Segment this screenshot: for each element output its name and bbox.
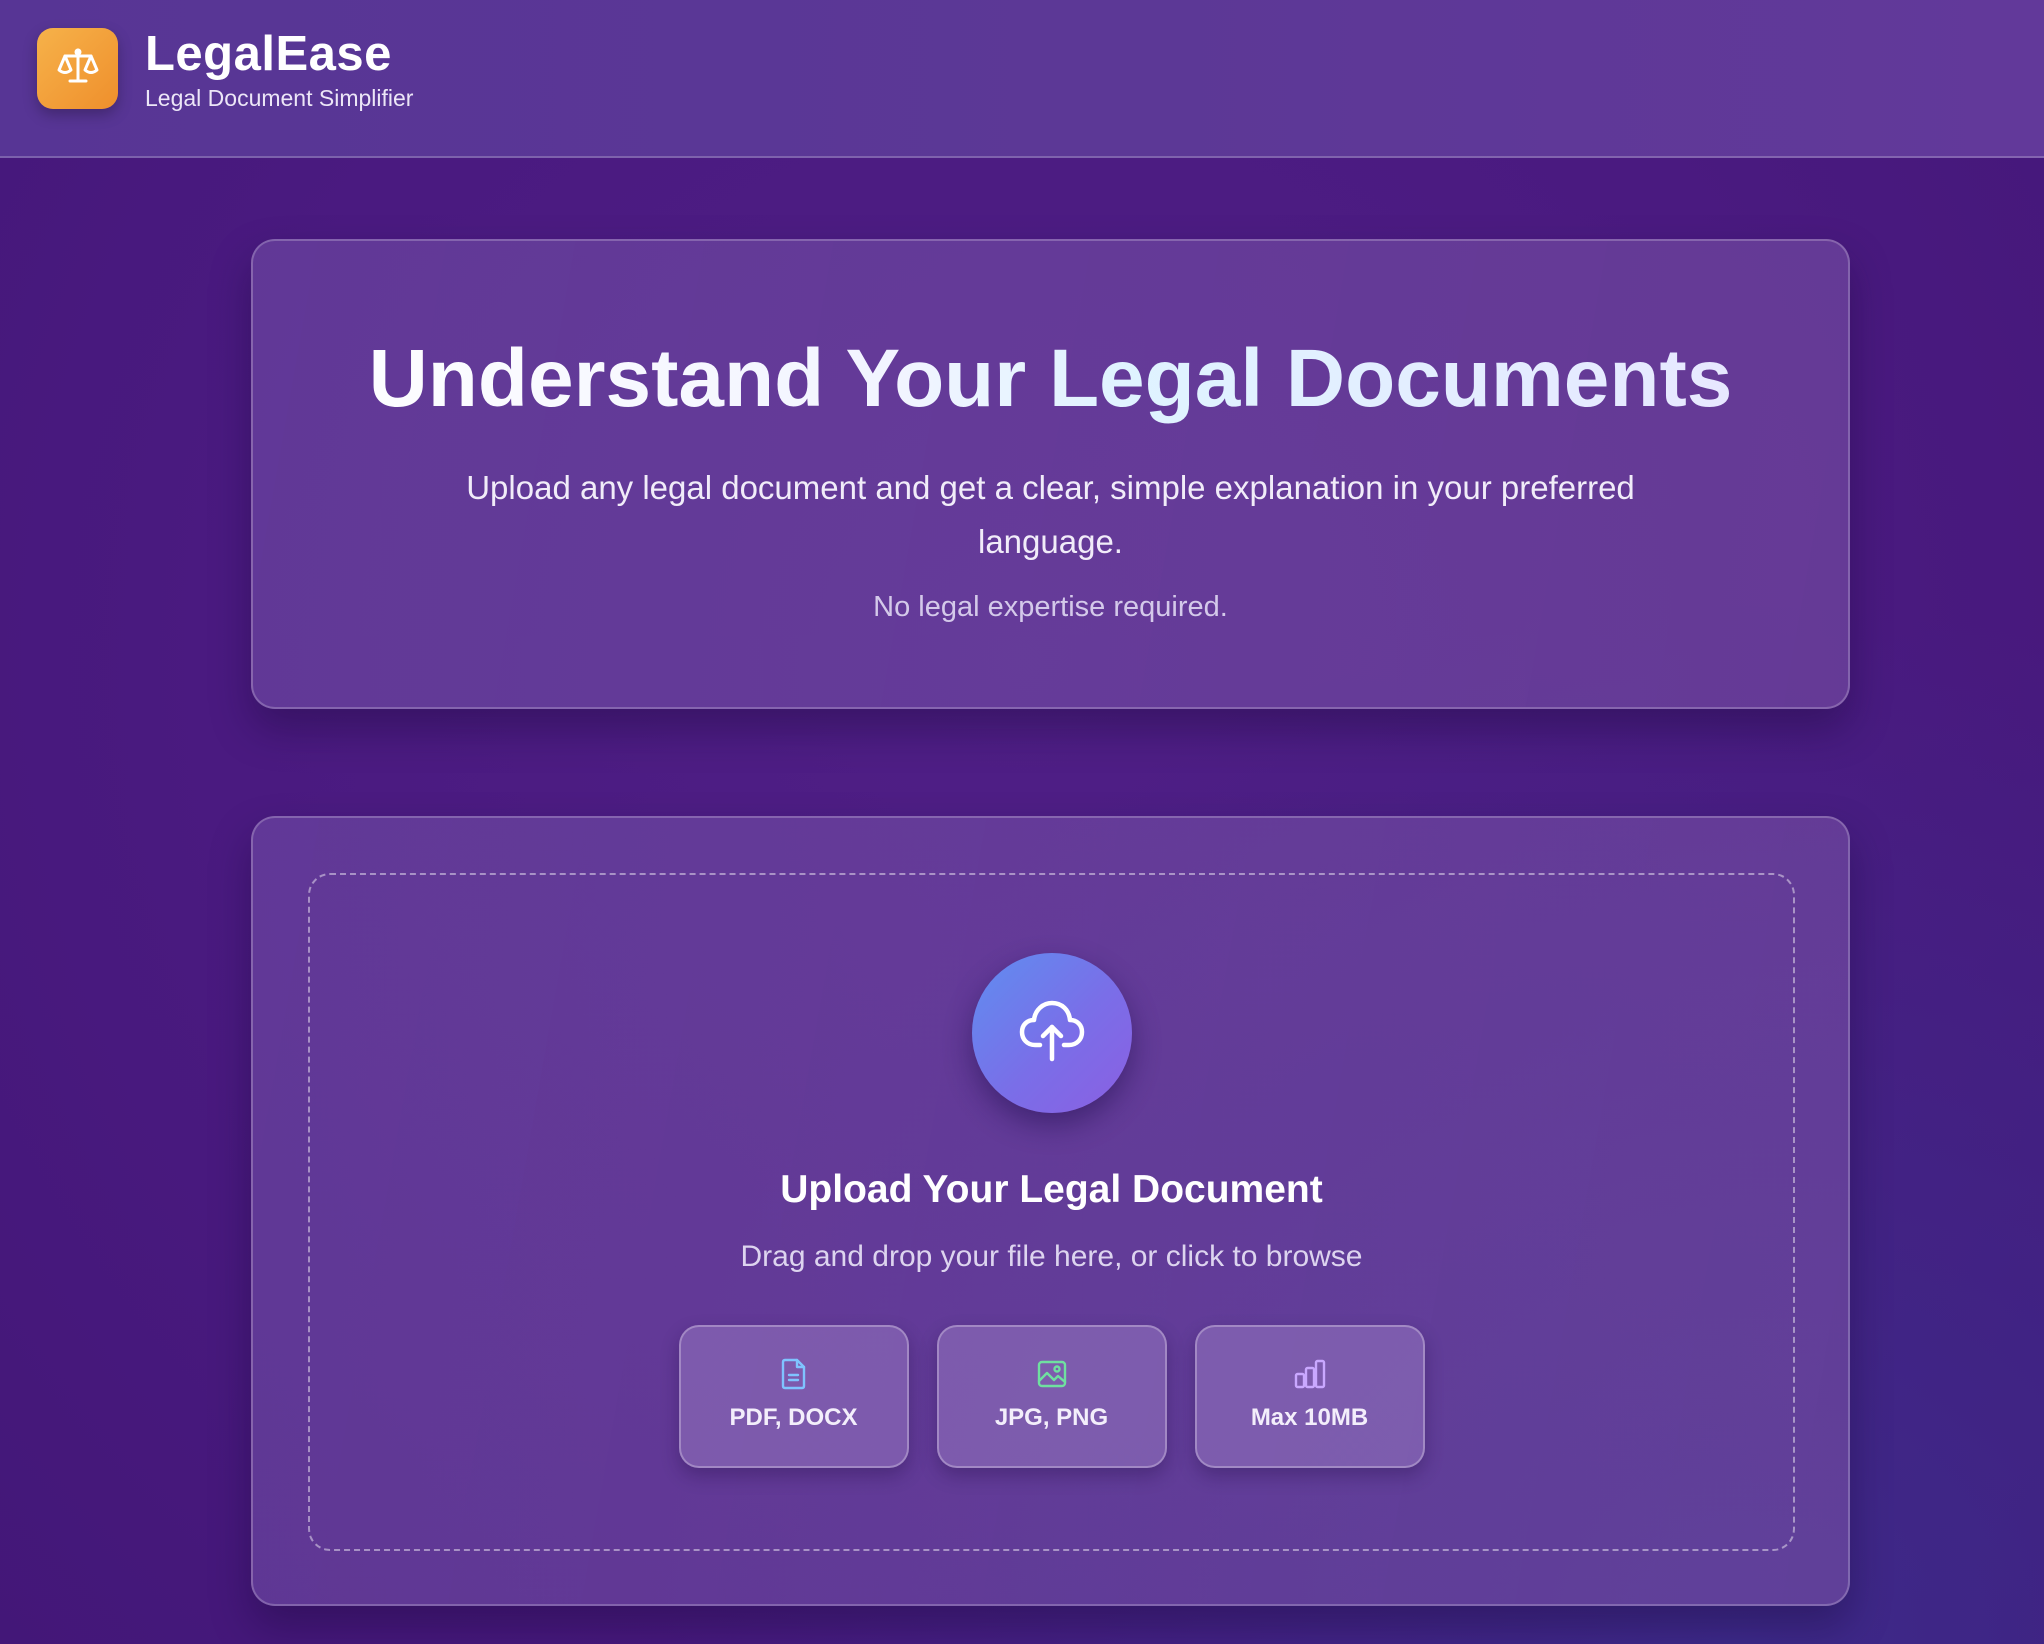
hero-description: Upload any legal document and get a clea…	[466, 469, 1635, 560]
chip-label: Max 10MB	[1250, 1404, 1369, 1431]
hero-note: No legal expertise required.	[873, 591, 1228, 623]
file-requirements: PDF, DOCX JPG, PNG Max 10MB	[310, 1325, 1793, 1468]
app-title: LegalEase	[145, 27, 392, 81]
cloud-upload-icon	[1016, 995, 1088, 1072]
image-icon	[1035, 1357, 1069, 1391]
hero-card: Understand Your Legal Documents Upload a…	[251, 239, 1850, 709]
chip-image-formats: JPG, PNG	[936, 1325, 1167, 1468]
bar-chart-icon	[1293, 1357, 1327, 1391]
hero-title: Understand Your Legal Documents	[253, 329, 1848, 429]
app-subtitle: Legal Document Simplifier	[145, 85, 414, 111]
upload-card: Upload Your Legal Document Drag and drop…	[251, 816, 1850, 1606]
file-dropzone[interactable]: Upload Your Legal Document Drag and drop…	[308, 873, 1795, 1551]
document-icon	[777, 1357, 811, 1391]
chip-document-formats: PDF, DOCX	[678, 1325, 909, 1468]
chip-label: JPG, PNG	[994, 1404, 1109, 1431]
upload-title: Upload Your Legal Document	[780, 1168, 1323, 1211]
logo[interactable]	[37, 28, 118, 109]
upload-button[interactable]	[972, 953, 1132, 1113]
chip-max-size: Max 10MB	[1194, 1325, 1425, 1468]
upload-instructions: Drag and drop your file here, or click t…	[740, 1240, 1363, 1273]
scales-icon	[55, 43, 101, 94]
app-header: LegalEase Legal Document Simplifier	[0, 0, 2044, 158]
chip-label: PDF, DOCX	[729, 1404, 858, 1431]
